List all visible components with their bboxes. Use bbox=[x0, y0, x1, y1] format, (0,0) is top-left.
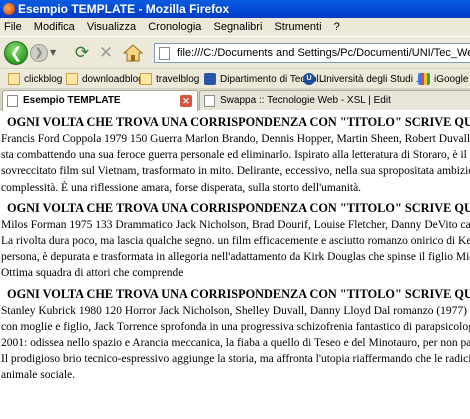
history-dropdown-icon[interactable]: ▼ bbox=[50, 47, 60, 59]
bookmark-universita[interactable]: U Università degli Studi ... bbox=[303, 69, 424, 88]
bookmark-travelblog[interactable]: travelblog bbox=[140, 69, 199, 88]
menu-strumenti[interactable]: Strumenti bbox=[274, 21, 321, 33]
menu-segnalibri[interactable]: Segnalibri bbox=[213, 21, 262, 33]
bookmark-icon bbox=[140, 73, 152, 85]
bookmark-label: travelblog bbox=[156, 73, 200, 85]
bookmark-clickblog[interactable]: clickblog bbox=[8, 69, 62, 88]
bookmark-label: iGoogle bbox=[434, 73, 469, 85]
entry-text: Milos Forman 1975 133 Drammatico Jack Ni… bbox=[1, 218, 470, 280]
menu-visualizza[interactable]: Visualizza bbox=[87, 21, 136, 33]
tab-esempio-template[interactable]: Esempio TEMPLATE ✕ bbox=[2, 90, 198, 111]
entry-heading: OGNI VOLTA CHE TROVA UNA CORRISPONDENZA … bbox=[7, 115, 470, 129]
film-entry: OGNI VOLTA CHE TROVA UNA CORRISPONDENZA … bbox=[0, 286, 470, 384]
home-icon[interactable] bbox=[122, 43, 144, 63]
reload-icon[interactable]: ⟳ bbox=[72, 43, 92, 63]
entry-text: Francis Ford Coppola 1979 150 Guerra Mar… bbox=[1, 133, 470, 194]
google-icon bbox=[418, 73, 430, 85]
entry-text: Stanley Kubrick 1980 120 Horror Jack Nic… bbox=[1, 304, 470, 382]
film-entry: OGNI VOLTA CHE TROVA UNA CORRISPONDENZA … bbox=[0, 114, 470, 196]
page-content: OGNI VOLTA CHE TROVA UNA CORRISPONDENZA … bbox=[0, 111, 470, 419]
firefox-icon bbox=[3, 3, 15, 15]
film-entry: OGNI VOLTA CHE TROVA UNA CORRISPONDENZA … bbox=[0, 200, 470, 282]
bookmark-igoogle[interactable]: iGoogle bbox=[418, 69, 468, 88]
dipartimento-icon bbox=[204, 73, 216, 85]
page-icon bbox=[159, 47, 170, 60]
university-logo-icon: U bbox=[303, 73, 315, 85]
tab-swappa[interactable]: Swappa :: Tecnologie Web - XSL | Edit bbox=[199, 90, 470, 110]
address-url: file:///C:/Documents and Settings/Pc/Doc… bbox=[177, 47, 470, 59]
tab-label: Swappa :: Tecnologie Web - XSL | Edit bbox=[220, 95, 391, 106]
menu-file[interactable]: File bbox=[4, 21, 22, 33]
window-title: Esempio TEMPLATE - Mozilla Firefox bbox=[18, 2, 230, 16]
close-tab-icon[interactable]: ✕ bbox=[180, 95, 192, 107]
address-bar[interactable]: file:///C:/Documents and Settings/Pc/Doc… bbox=[154, 43, 470, 63]
entry-heading: OGNI VOLTA CHE TROVA UNA CORRISPONDENZA … bbox=[7, 286, 470, 301]
menu-cronologia[interactable]: Cronologia bbox=[148, 21, 201, 33]
navigation-toolbar: ❮ ❯ ▼ ⟳ ✕ file:///C:/Documents and Setti… bbox=[0, 36, 470, 68]
menu-bar: File Modifica Visualizza Cronologia Segn… bbox=[0, 18, 470, 36]
bookmark-icon bbox=[66, 73, 78, 85]
bookmark-label: downloadblog bbox=[82, 73, 144, 85]
window-titlebar: Esempio TEMPLATE - Mozilla Firefox bbox=[0, 0, 470, 18]
tab-bar: Esempio TEMPLATE ✕ Swappa :: Tecnologie … bbox=[0, 88, 470, 111]
page-icon bbox=[7, 95, 18, 107]
entry-heading: OGNI VOLTA CHE TROVA UNA CORRISPONDENZA … bbox=[7, 200, 470, 215]
back-button[interactable]: ❮ bbox=[4, 41, 28, 65]
bookmark-icon bbox=[8, 73, 20, 85]
bookmark-downloadblog[interactable]: downloadblog bbox=[66, 69, 144, 88]
menu-help[interactable]: ? bbox=[334, 21, 340, 33]
tab-label: Esempio TEMPLATE bbox=[23, 95, 121, 106]
bookmark-label: Università degli Studi ... bbox=[319, 73, 425, 85]
page-icon bbox=[204, 95, 215, 107]
menu-modifica[interactable]: Modifica bbox=[34, 21, 75, 33]
forward-button[interactable]: ❯ bbox=[30, 44, 48, 62]
bookmarks-toolbar: clickblog downloadblog travelblog Dipart… bbox=[0, 68, 470, 88]
stop-icon[interactable]: ✕ bbox=[96, 43, 116, 63]
bookmark-label: clickblog bbox=[24, 73, 63, 85]
